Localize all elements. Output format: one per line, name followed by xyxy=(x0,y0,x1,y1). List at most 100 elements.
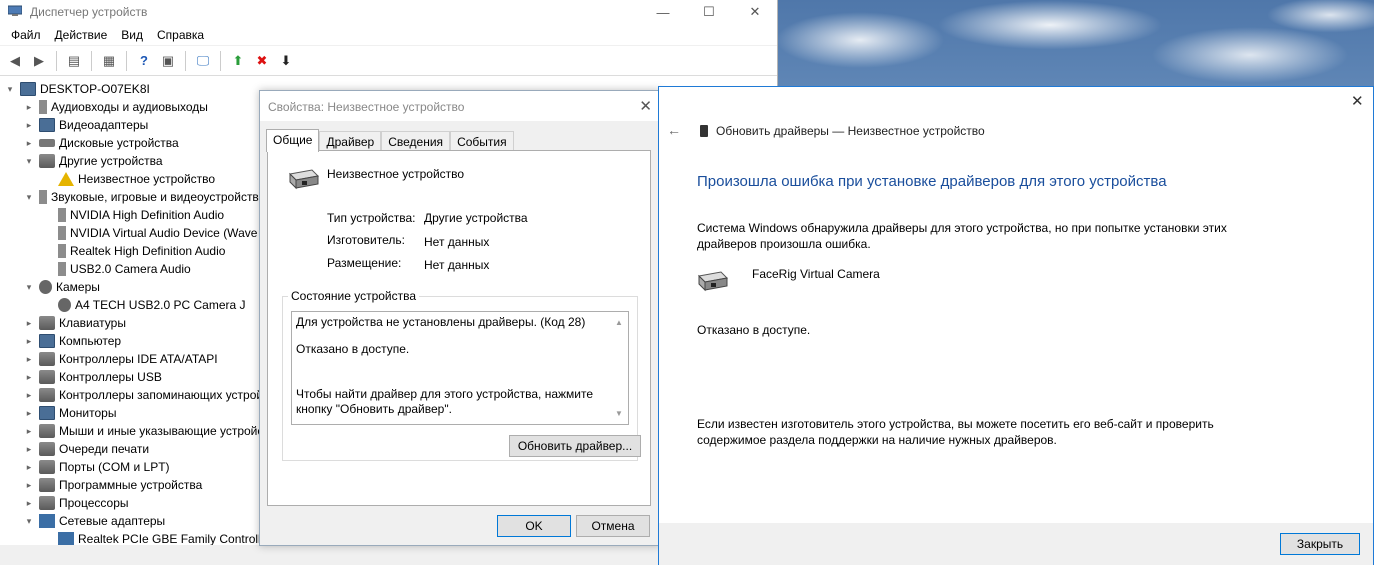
monitor-icon[interactable]: 🖵 xyxy=(192,50,214,72)
expanded-chevron-icon[interactable]: ▾ xyxy=(23,516,35,527)
device-type-label: Тип устройства: xyxy=(327,211,416,225)
tree-item[interactable]: ▸ Клавиатуры xyxy=(0,314,126,332)
maximize-button[interactable]: ☐ xyxy=(686,0,732,24)
collapsed-chevron-icon[interactable]: ▸ xyxy=(23,102,35,113)
minimize-button[interactable]: — xyxy=(640,0,686,24)
back-icon[interactable]: ◀ xyxy=(4,50,26,72)
tree-item[interactable]: Realtek PCIe GBE Family Controller xyxy=(0,530,271,545)
delete-icon[interactable]: ✖ xyxy=(251,50,273,72)
ok-button[interactable]: OK xyxy=(497,515,571,537)
view-icon[interactable]: ▣ xyxy=(157,50,179,72)
tab-events[interactable]: События xyxy=(450,131,514,152)
menu-action[interactable]: Действие xyxy=(48,24,115,46)
scroll-up-icon[interactable]: ▲ xyxy=(615,315,623,330)
list-icon[interactable]: ▦ xyxy=(98,50,120,72)
collapsed-chevron-icon[interactable]: ▸ xyxy=(23,120,35,131)
tree-item[interactable]: USB2.0 Camera Audio xyxy=(0,260,191,278)
cancel-button[interactable]: Отмена xyxy=(576,515,650,537)
tab-driver[interactable]: Драйвер xyxy=(319,131,382,152)
tree-item[interactable]: ▸ Контроллеры USB xyxy=(0,368,162,386)
collapsed-chevron-icon[interactable]: ▸ xyxy=(23,462,35,473)
tree-item[interactable]: A4 TECH USB2.0 PC Camera J xyxy=(0,296,246,314)
tree-item[interactable]: ▸ Мониторы xyxy=(0,404,116,422)
menu-view[interactable]: Вид xyxy=(114,24,150,46)
device-manager-app-icon xyxy=(8,5,22,16)
wizard-close-button[interactable]: Закрыть xyxy=(1280,533,1360,555)
add-driver-icon[interactable]: ⬆ xyxy=(227,50,249,72)
tree-item[interactable]: ▸ Дисковые устройства xyxy=(0,134,179,152)
expanded-chevron-icon[interactable]: ▾ xyxy=(23,192,35,203)
tree-item[interactable]: ▸ Порты (COM и LPT) xyxy=(0,458,170,476)
tree-item-label: NVIDIA High Definition Audio xyxy=(70,208,225,222)
properties-close-button[interactable]: ✕ xyxy=(639,97,652,115)
tree-item[interactable]: ▸ Программные устройства xyxy=(0,476,202,494)
forward-icon[interactable]: ▶ xyxy=(28,50,50,72)
tree-item[interactable]: ▸ Процессоры xyxy=(0,494,129,512)
help-icon[interactable]: ? xyxy=(133,50,155,72)
wizard-title: Обновить драйверы — Неизвестное устройст… xyxy=(716,124,985,138)
tree-item-label: Видеоадаптеры xyxy=(59,118,149,132)
tree-item-label: Мониторы xyxy=(59,406,117,420)
scroll-down-icon[interactable]: ▼ xyxy=(615,406,623,421)
port-icon xyxy=(39,460,55,474)
back-arrow-icon[interactable]: ← xyxy=(667,122,681,138)
tree-item[interactable]: ▸ Мыши и иные указывающие устройства xyxy=(0,422,282,440)
wizard-access-denied: Отказано в доступе. xyxy=(697,323,811,337)
collapsed-chevron-icon[interactable]: ▸ xyxy=(23,138,35,149)
tree-item[interactable]: ▸ Контроллеры IDE ATA/ATAPI xyxy=(0,350,218,368)
speaker-icon xyxy=(58,262,66,276)
wizard-close-icon[interactable]: ✕ xyxy=(1351,92,1364,110)
collapsed-chevron-icon[interactable]: ▸ xyxy=(23,372,35,383)
menu-help[interactable]: Справка xyxy=(150,24,211,46)
tree-item[interactable]: ▸ Очереди печати xyxy=(0,440,149,458)
properties-icon[interactable]: ▤ xyxy=(63,50,85,72)
speaker-icon xyxy=(58,244,66,258)
collapsed-chevron-icon[interactable]: ▸ xyxy=(23,354,35,365)
collapsed-chevron-icon[interactable]: ▸ xyxy=(23,444,35,455)
properties-titlebar[interactable]: Свойства: Неизвестное устройство ✕ xyxy=(260,91,660,121)
tree-item[interactable]: ▸ Контроллеры запоминающих устройств xyxy=(0,386,281,404)
tree-item[interactable]: Realtek High Definition Audio xyxy=(0,242,225,260)
tab-general[interactable]: Общие xyxy=(266,129,320,152)
tree-item-label: Мыши и иные указывающие устройства xyxy=(59,424,282,438)
expanded-chevron-icon[interactable]: ▾ xyxy=(23,156,35,167)
expanded-chevron-icon[interactable]: ▾ xyxy=(23,282,35,293)
device-manager-title: Диспетчер устройств xyxy=(30,5,148,19)
collapsed-chevron-icon[interactable]: ▸ xyxy=(23,318,35,329)
menu-file[interactable]: Файл xyxy=(4,24,48,46)
tab-details[interactable]: Сведения xyxy=(381,131,451,152)
tree-item[interactable]: ▾ Сетевые адаптеры xyxy=(0,512,165,530)
tree-item[interactable]: ▸ Видеоадаптеры xyxy=(0,116,148,134)
collapsed-chevron-icon[interactable]: ▸ xyxy=(23,498,35,509)
tree-item[interactable]: ▾ Камеры xyxy=(0,278,100,296)
collapsed-chevron-icon[interactable]: ▸ xyxy=(23,408,35,419)
device-manager-titlebar[interactable]: Диспетчер устройств — ☐ ✕ xyxy=(0,0,777,24)
update-driver-button[interactable]: Обновить драйвер... xyxy=(509,435,641,457)
device-status-textbox[interactable]: Для устройства не установлены драйверы. … xyxy=(291,311,629,425)
close-button[interactable]: ✕ xyxy=(732,0,778,24)
camera-device-icon xyxy=(697,271,729,292)
tree-item[interactable]: Неизвестное устройство xyxy=(0,170,215,188)
tree-item[interactable]: ▾ DESKTOP-O07EK8I xyxy=(0,80,150,98)
collapsed-chevron-icon[interactable]: ▸ xyxy=(23,336,35,347)
collapsed-chevron-icon[interactable]: ▸ xyxy=(23,390,35,401)
expanded-chevron-icon[interactable]: ▾ xyxy=(4,84,16,95)
collapsed-chevron-icon[interactable]: ▸ xyxy=(23,480,35,491)
tree-item[interactable]: NVIDIA High Definition Audio xyxy=(0,206,224,224)
manufacturer-value: Нет данных xyxy=(424,235,490,249)
tree-item[interactable]: ▸ Компьютер xyxy=(0,332,121,350)
device-name: Неизвестное устройство xyxy=(327,167,465,181)
tree-item[interactable]: ▸ Аудиовходы и аудиовыходы xyxy=(0,98,208,116)
speaker-icon xyxy=(39,100,47,114)
status-scrollbar[interactable]: ▲ ▼ xyxy=(612,312,628,424)
tree-item[interactable]: ▾ Другие устройства xyxy=(0,152,163,170)
tree-item[interactable]: ▾ Звуковые, игровые и видеоустройства xyxy=(0,188,265,206)
speaker-icon xyxy=(58,226,66,240)
properties-dialog: Свойства: Неизвестное устройство ✕ Общие… xyxy=(259,90,661,546)
disk-icon xyxy=(39,139,55,147)
update-icon[interactable]: ⬇ xyxy=(275,50,297,72)
tree-item-label: Неизвестное устройство xyxy=(78,172,216,186)
collapsed-chevron-icon[interactable]: ▸ xyxy=(23,426,35,437)
computer-icon xyxy=(20,82,36,96)
tree-item-label: Контроллеры USB xyxy=(59,370,162,384)
